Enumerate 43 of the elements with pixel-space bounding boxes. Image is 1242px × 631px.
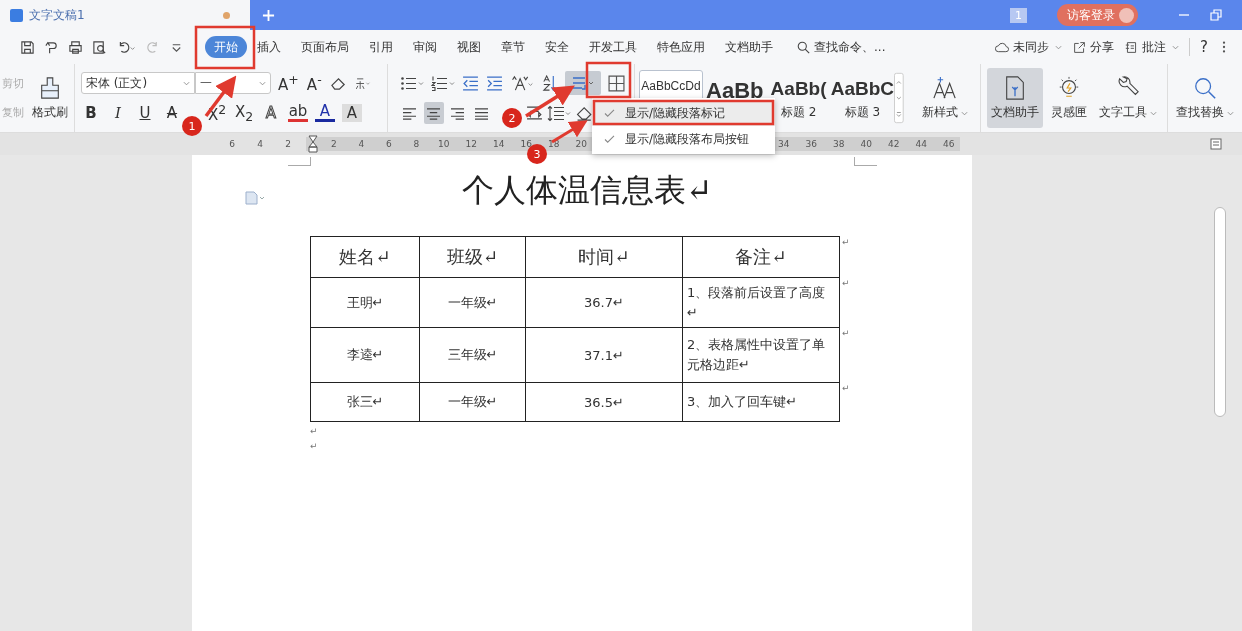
row-end-mark: ↵ [842, 382, 850, 393]
paragraph-mark: ↵ [310, 441, 319, 452]
row-end-mark: ↵ [842, 236, 850, 247]
ruler-number: 38 [832, 139, 846, 149]
tab-title: 文字文稿1 [29, 6, 86, 24]
ruler-number: 8 [412, 139, 421, 149]
ruler-number: 10 [437, 139, 451, 149]
ruler-number: 34 [777, 139, 791, 149]
row-end-mark: ↵ [842, 327, 850, 338]
ruler-number: 40 [859, 139, 873, 149]
table-header-cell: 备注↵ [682, 236, 840, 278]
table-cell: 张三↵ [310, 382, 420, 422]
table-header-cell: 姓名↵ [310, 236, 420, 278]
table-cell: 1、段落前后设置了高度↵ [682, 277, 840, 328]
document-title: 个人体温信息表↵ [460, 170, 714, 211]
ruler-number: 14 [492, 139, 506, 149]
table-cell: 2、表格属性中设置了单元格边距↵ [682, 327, 840, 383]
table-header-cell: 班级↵ [419, 236, 526, 278]
table-cell: 三年级↵ [419, 327, 526, 383]
ruler-number: 18 [547, 139, 561, 149]
ruler-number: 4 [357, 139, 366, 149]
table-cell: 36.7↵ [525, 277, 683, 328]
table-header-cell: 时间↵ [525, 236, 683, 278]
ruler-number: 20 [574, 139, 588, 149]
table-cell: 3、加入了回车键↵ [682, 382, 840, 422]
row-end-mark: ↵ [842, 277, 850, 288]
ruler-number: 6 [384, 139, 393, 149]
table-cell: 王明↵ [310, 277, 420, 328]
ruler-number: 42 [887, 139, 901, 149]
ruler-number: 2 [329, 139, 338, 149]
paragraph-mark: ↵ [310, 426, 319, 437]
table-cell: 一年级↵ [419, 277, 526, 328]
table-cell: 一年级↵ [419, 382, 526, 422]
table-cell: 37.1↵ [525, 327, 683, 383]
table-cell: 36.5↵ [525, 382, 683, 422]
ruler-number: 36 [804, 139, 818, 149]
ruler-number: 6 [228, 139, 236, 149]
ruler-number: 12 [464, 139, 478, 149]
ruler-number: 4 [256, 139, 264, 149]
ruler-number: 46 [942, 139, 956, 149]
ruler-number: 44 [914, 139, 928, 149]
ruler-number: 2 [284, 139, 292, 149]
table-cell: 李逵↵ [310, 327, 420, 383]
